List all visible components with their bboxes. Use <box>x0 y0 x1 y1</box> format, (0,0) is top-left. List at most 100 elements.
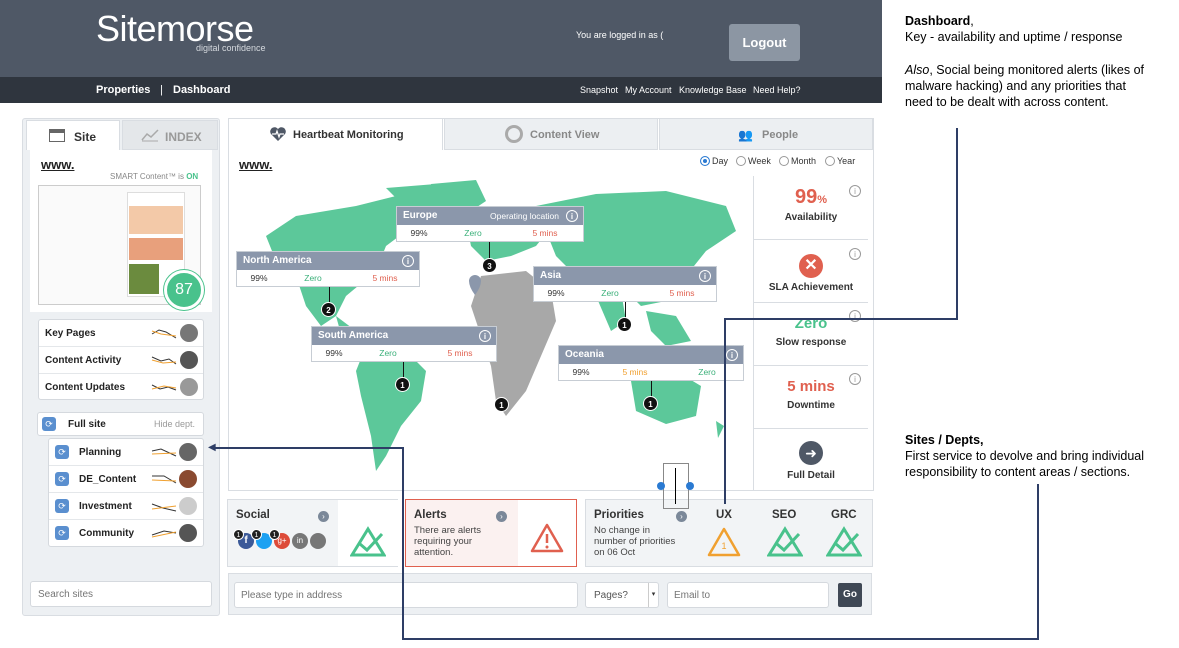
nav-need-help[interactable]: Need Help? <box>753 85 801 95</box>
avatar <box>179 470 197 488</box>
tab-content-view[interactable]: Content View <box>444 118 658 150</box>
annotation-dashboard-line4: need to be dealt with across content. <box>905 95 1109 109</box>
list-item-content-updates[interactable]: Content Updates <box>39 374 203 401</box>
annotation-dashboard-title: Dashboard, <box>905 14 974 28</box>
list-item-key-pages[interactable]: Key Pages <box>39 320 203 347</box>
department-item-planning[interactable]: ⟳ Planning <box>49 439 203 466</box>
arrow-right-icon: ➜ <box>799 441 823 465</box>
nav-dashboard[interactable]: Dashboard <box>173 84 230 96</box>
tab-content-view-label: Content View <box>530 129 600 141</box>
period-week-radio[interactable]: Week <box>736 156 771 166</box>
logo-tagline: digital confidence <box>196 43 266 53</box>
info-icon[interactable]: i <box>849 310 861 322</box>
list-item-content-activity[interactable]: Content Activity <box>39 347 203 374</box>
tab-heartbeat-monitoring[interactable]: Heartbeat Monitoring <box>228 118 443 150</box>
social-badge: 1 <box>269 529 280 540</box>
department-item-investment[interactable]: ⟳ Investment <box>49 493 203 520</box>
map-pin-oceania[interactable]: 1 <box>643 396 658 411</box>
smart-content-status: SMART Content™ is ON <box>110 172 199 181</box>
sync-icon: ⟳ <box>55 472 69 486</box>
logged-in-text: You are logged in as ( <box>576 30 664 40</box>
sparkline-icon <box>151 329 177 339</box>
seo-check-icon[interactable] <box>767 526 803 558</box>
ux-label: UX <box>716 509 732 521</box>
full-detail-button[interactable]: ➜ Full Detail <box>754 428 868 490</box>
linkedin-icon: in <box>292 533 308 549</box>
info-icon[interactable]: i <box>849 248 861 260</box>
region-card-south-america[interactable]: South America i 99% Zero 5 mins <box>311 326 497 362</box>
avatar <box>180 324 198 342</box>
info-icon[interactable]: i <box>849 373 861 385</box>
sync-icon: ⟳ <box>55 499 69 513</box>
tab-index[interactable]: INDEX <box>122 120 218 150</box>
tab-site[interactable]: Site <box>26 120 120 150</box>
region-card-north-america[interactable]: North America i 99% Zero 5 mins <box>236 251 420 287</box>
sync-icon: ⟳ <box>55 526 69 540</box>
info-icon: i <box>479 330 491 342</box>
key-metrics-list: Key Pages Content Activity Content Updat… <box>38 319 204 400</box>
map-pin-north-america[interactable]: 2 <box>321 302 336 317</box>
search-sites-input[interactable] <box>30 581 212 607</box>
address-input[interactable] <box>234 582 578 608</box>
department-list: ⟳ Planning ⟳ DE_Content ⟳ Investment ⟳ C… <box>48 438 204 547</box>
annotation-dashboard-line3: malware hacking) and any priorities that <box>905 79 1126 93</box>
region-card-asia[interactable]: Asia i 99% Zero 5 mins <box>533 266 717 302</box>
site-url[interactable]: www. <box>41 157 74 172</box>
ux-count: 1 <box>721 541 727 551</box>
sparkline-icon <box>151 384 177 391</box>
go-button[interactable]: Go <box>838 583 862 607</box>
nav-knowledge-base[interactable]: Knowledge Base <box>679 85 747 95</box>
close-icon: ✕ <box>799 254 823 278</box>
region-card-europe[interactable]: Europe Operating location i 99% Zero 5 min… <box>396 206 584 242</box>
sparkline-icon <box>151 503 177 512</box>
department-item-community[interactable]: ⟳ Community <box>49 520 203 547</box>
map-pin-south-america[interactable]: 1 <box>395 377 410 392</box>
grc-label: GRC <box>831 509 857 521</box>
annotation-sites-title: Sites / Depts, <box>905 433 984 447</box>
annotation-sites-line1: First service to devolve and bring indiv… <box>905 449 1145 463</box>
nav-separator: | <box>160 84 163 96</box>
drag-handle[interactable] <box>686 482 694 490</box>
drag-handle[interactable] <box>657 482 665 490</box>
avatar <box>180 351 198 369</box>
map-pin-asia[interactable]: 1 <box>617 317 632 332</box>
info-icon: i <box>699 270 711 282</box>
period-month-radio[interactable]: Month <box>779 156 816 166</box>
alerts-tile[interactable]: Alerts › There are alerts requiring your… <box>405 499 577 567</box>
email-input[interactable] <box>667 582 829 608</box>
warning-icon <box>530 523 564 553</box>
arrow-left-icon: ◀ <box>208 442 216 453</box>
sparkline-icon <box>151 448 177 457</box>
social-badge: 1 <box>251 529 262 540</box>
chevron-down-icon: ▾ <box>648 583 658 607</box>
nav-my-account[interactable]: My Account <box>625 85 672 95</box>
logout-button[interactable]: Logout <box>729 24 800 61</box>
sparkline-icon <box>151 530 177 538</box>
heartbeat-icon <box>270 127 286 141</box>
sync-icon: ⟳ <box>55 445 69 459</box>
info-icon: i <box>726 349 738 361</box>
check-triangle-icon <box>350 526 386 557</box>
full-site-row[interactable]: ⟳ Full site Hide dept. <box>37 412 204 436</box>
nav-properties[interactable]: Properties <box>96 84 150 96</box>
pages-select[interactable]: Pages? ▾ <box>585 582 659 608</box>
tab-index-label: INDEX <box>165 130 202 144</box>
nav-snapshot[interactable]: Snapshot <box>580 85 618 95</box>
tab-people-label: People <box>762 129 799 141</box>
department-item-de-content[interactable]: ⟳ DE_Content <box>49 466 203 493</box>
info-icon[interactable]: i <box>849 185 861 197</box>
tab-heartbeat-label: Heartbeat Monitoring <box>293 129 404 141</box>
period-day-radio[interactable]: Day <box>700 156 728 166</box>
hide-dept-link[interactable]: Hide dept. <box>154 419 195 429</box>
region-card-oceania[interactable]: Oceania i 99% 5 mins Zero <box>558 345 744 381</box>
arrow-right-icon: › <box>496 511 507 522</box>
grc-check-icon[interactable] <box>826 526 862 558</box>
map-pin-europe[interactable]: 3 <box>482 258 497 273</box>
map-pin-africa[interactable]: 1 <box>494 397 509 412</box>
social-tile[interactable]: Social › f g+ in 1 1 1 <box>227 499 398 567</box>
avatar <box>179 443 197 461</box>
content-view-icon <box>505 125 523 143</box>
period-year-radio[interactable]: Year <box>825 156 855 166</box>
tab-people[interactable]: 👥 People <box>659 118 873 150</box>
main-site-url[interactable]: www. <box>239 157 272 172</box>
